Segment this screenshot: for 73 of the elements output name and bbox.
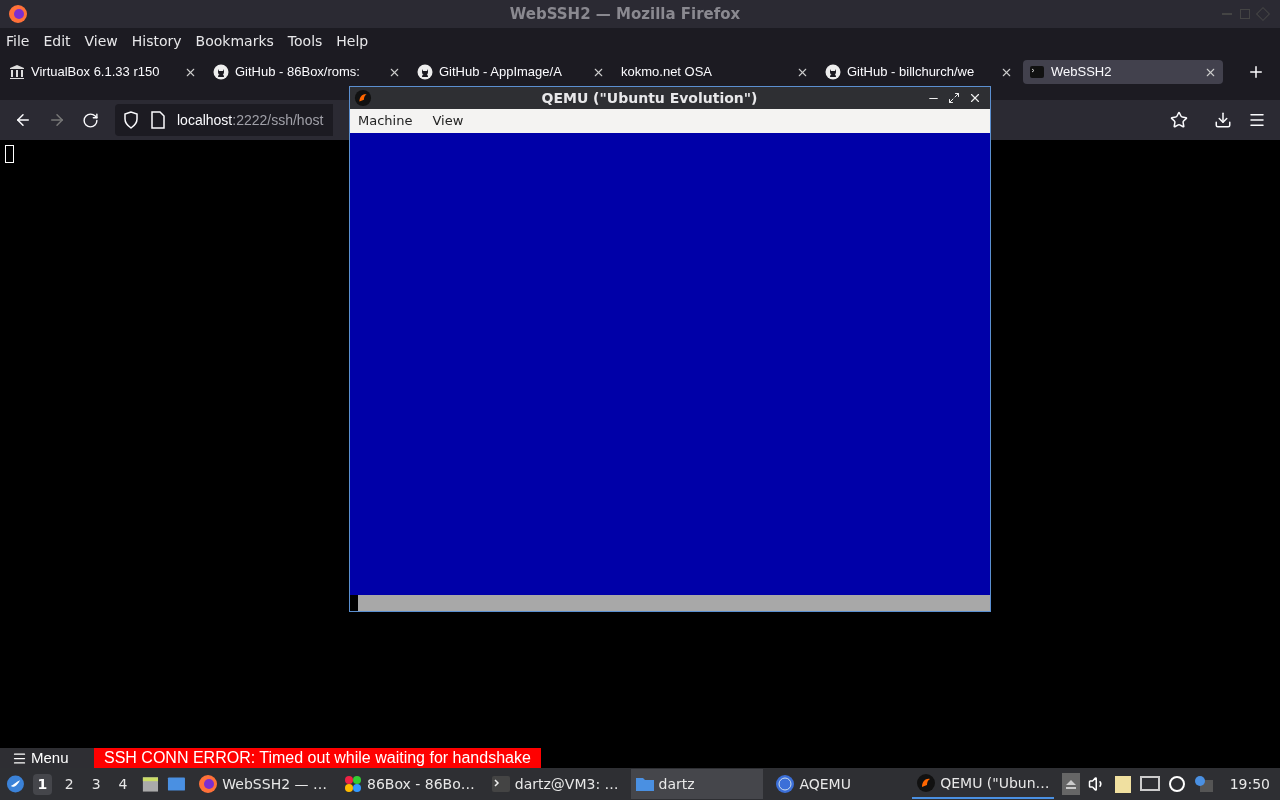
tab-title: GitHub - AppImage/A: [439, 63, 563, 82]
bird-logo-icon[interactable]: [6, 774, 25, 794]
hamburger-icon: [12, 750, 27, 766]
menu-item[interactable]: Edit: [43, 30, 71, 52]
taskbar-item-title: AQEMU: [799, 774, 851, 794]
taskbar-item[interactable]: WebSSH2 — …: [194, 769, 331, 799]
browser-tab[interactable]: kokmo.net OSA: [615, 60, 815, 84]
tab-title: kokmo.net OSA: [621, 63, 714, 82]
taskbar-item-title: dartz@VM3: …: [514, 774, 619, 794]
menu-item[interactable]: Machine: [358, 111, 413, 131]
taskbar-item-title: QEMU ("Ubun…: [940, 773, 1050, 793]
terminal-cursor: [5, 145, 14, 163]
workspace-button[interactable]: 2: [59, 773, 79, 795]
terminal-icon: [490, 774, 511, 794]
url-field[interactable]: localhost:2222/ssh/host: [115, 104, 333, 136]
terminal-icon: [1029, 64, 1045, 80]
browser-tab[interactable]: GitHub - 86Box/roms:: [207, 60, 407, 84]
workspace-button[interactable]: 3: [86, 773, 106, 795]
browser-tab[interactable]: VirtualBox 6.1.33 r150: [3, 60, 203, 84]
emulator-title: QEMU ("Ubuntu Evolution"): [541, 88, 758, 108]
file-cabinet-icon[interactable]: [140, 774, 160, 794]
bird-icon: [916, 773, 937, 793]
reload-icon[interactable]: [82, 111, 99, 129]
clock: 19:50: [1228, 774, 1271, 794]
browser-tab[interactable]: GitHub - billchurch/we: [819, 60, 1019, 84]
taskbar-item[interactable]: dartz: [630, 769, 764, 799]
tab-title: GitHub - 86Box/roms:: [235, 63, 361, 82]
eject-icon[interactable]: [1061, 773, 1080, 795]
tab-title: WebSSH2: [1051, 63, 1113, 82]
taskbar-item-title: WebSSH2 — …: [222, 774, 327, 794]
shield-icon[interactable]: [123, 111, 139, 129]
url-text: localhost:2222/ssh/host: [177, 110, 324, 130]
download-icon[interactable]: [1214, 111, 1232, 129]
globe-icon: [775, 774, 796, 794]
menu-button[interactable]: Menu: [0, 748, 94, 768]
bookmark-star-icon[interactable]: [1170, 111, 1188, 129]
bird-icon: [354, 89, 372, 107]
browser-icon[interactable]: [8, 4, 28, 24]
github-icon: [417, 64, 433, 80]
tab-title: GitHub - billchurch/we: [847, 63, 976, 82]
taskbar-item[interactable]: dartz@VM3: …: [486, 769, 623, 799]
browser-tab[interactable]: WebSSH2: [1023, 60, 1223, 84]
github-icon: [825, 64, 841, 80]
page-icon: [151, 111, 165, 129]
building-icon: [9, 64, 25, 80]
menu-item[interactable]: File: [6, 30, 30, 52]
menu-item[interactable]: Help: [336, 30, 369, 52]
browser-tab[interactable]: GitHub - AppImage/A: [411, 60, 611, 84]
menu-item[interactable]: Bookmarks: [195, 30, 274, 52]
menu-item[interactable]: View: [84, 30, 118, 52]
github-icon: [213, 64, 229, 80]
tab-title: VirtualBox 6.1.33 r150: [31, 63, 161, 82]
window-title: WebSSH2 — Mozilla Firefox: [509, 3, 741, 25]
workspace-button[interactable]: 4: [113, 773, 133, 795]
taskbar-item[interactable]: QEMU ("Ubun…: [912, 769, 1054, 799]
menu-label: Menu: [31, 747, 69, 768]
menu-item[interactable]: History: [131, 30, 182, 52]
workspace-button[interactable]: 1: [32, 773, 52, 795]
menu-item[interactable]: View: [432, 111, 464, 131]
maximize-icon[interactable]: [948, 92, 960, 104]
forward-icon[interactable]: [48, 111, 66, 129]
menu-item[interactable]: Tools: [287, 30, 323, 52]
taskbar-item-title: 86Box - 86Bo…: [367, 774, 475, 794]
desktop-icon[interactable]: [167, 775, 187, 793]
browser-icon: [198, 774, 219, 794]
new-tab-icon[interactable]: [1247, 63, 1265, 81]
taskbar-item[interactable]: AQEMU: [771, 769, 905, 799]
taskbar-item-title: dartz: [658, 774, 695, 794]
menu-icon[interactable]: [1248, 111, 1266, 129]
error-message: SSH CONN ERROR: Timed out while waiting for handshake: [94, 748, 541, 768]
taskbar-item[interactable]: 86Box - 86Bo…: [339, 769, 479, 799]
colorful-box-icon: [343, 774, 363, 794]
back-icon[interactable]: [14, 111, 32, 129]
